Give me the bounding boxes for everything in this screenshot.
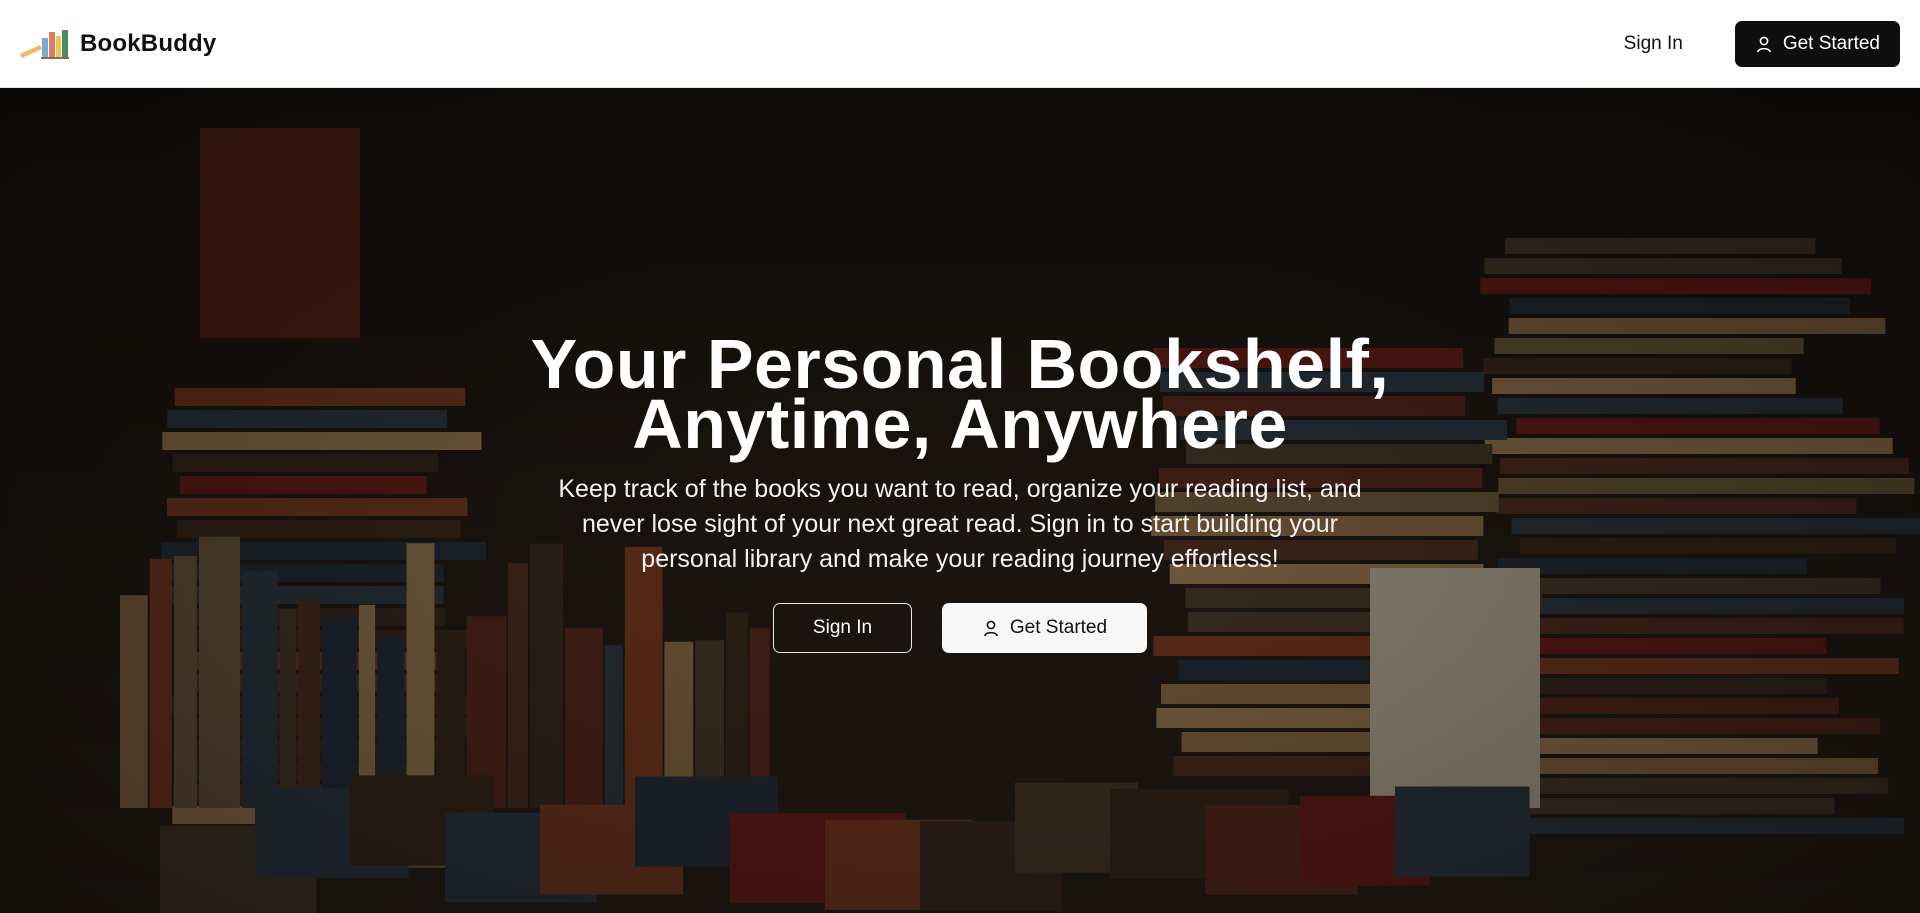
hero-subtitle: Keep track of the books you want to read… — [558, 475, 1362, 573]
hero-title: Your Personal Bookshelf, Anytime, Anywhe… — [530, 325, 1390, 463]
user-icon — [983, 620, 998, 637]
books-logo-icon — [20, 29, 69, 59]
hero-sign-in-button[interactable]: Sign In — [773, 603, 912, 653]
user-icon — [1756, 36, 1771, 52]
hero-get-started-button[interactable]: Get Started — [942, 603, 1147, 653]
hero-content: Your Personal Bookshelf, Anytime, Anywhe… — [0, 88, 1920, 913]
brand[interactable]: BookBuddy — [20, 28, 216, 60]
hero-section: Your Personal Bookshelf, Anytime, Anywhe… — [0, 88, 1920, 913]
hero-get-started-label: Get Started — [1009, 617, 1108, 638]
top-navbar: BookBuddy Sign In Get Started — [0, 0, 1920, 88]
brand-name: BookBuddy — [80, 29, 217, 57]
nav-sign-in-button[interactable]: Sign In — [1616, 23, 1691, 65]
hero-actions: Sign In Get Started — [773, 603, 1147, 653]
nav-get-started-label: Get Started — [1782, 32, 1880, 54]
nav-actions: Sign In Get Started — [1616, 20, 1900, 67]
nav-get-started-button[interactable]: Get Started — [1734, 20, 1900, 67]
